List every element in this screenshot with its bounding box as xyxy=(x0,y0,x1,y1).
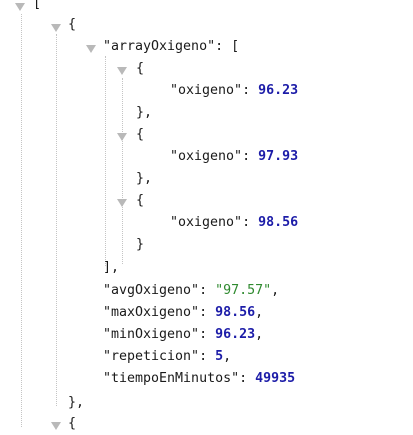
close-brace: } xyxy=(136,237,145,252)
colon: : xyxy=(199,305,216,320)
json-key: "tiempoEnMinutos" xyxy=(103,371,240,386)
colon: : xyxy=(199,349,216,364)
json-number: 96.23 xyxy=(258,83,299,98)
json-line: "oxigeno": 98.56 xyxy=(170,212,298,234)
colon: : xyxy=(199,327,216,342)
colon: : xyxy=(242,215,259,230)
comma: , xyxy=(255,327,264,342)
json-key: "arrayOxigeno" xyxy=(103,39,216,54)
json-line: }, xyxy=(68,392,84,414)
json-line: { xyxy=(68,413,76,435)
json-line: "tiempoEnMinutos": 49935 xyxy=(103,368,295,390)
collapse-toggle-icon[interactable] xyxy=(51,422,61,430)
json-key: "oxigeno" xyxy=(170,83,243,98)
json-key: "minOxigeno" xyxy=(103,327,200,342)
open-brace: { xyxy=(136,193,145,208)
json-number: 49935 xyxy=(255,371,296,386)
json-line: ], xyxy=(103,257,119,279)
json-line: { xyxy=(68,14,76,36)
collapse-toggle-icon[interactable] xyxy=(117,199,127,207)
json-line: "maxOxigeno": 98.56, xyxy=(103,302,263,324)
json-key: "maxOxigeno" xyxy=(103,305,200,320)
json-number: 5 xyxy=(215,349,224,364)
open-bracket: [ xyxy=(231,39,240,54)
json-line: [ xyxy=(33,0,41,15)
open-brace: { xyxy=(68,416,77,431)
json-string: "97.57" xyxy=(215,283,272,298)
colon: : xyxy=(199,283,216,298)
collapse-toggle-icon[interactable] xyxy=(86,45,96,53)
json-viewer: { "json": { "open_bracket": "[", "open_b… xyxy=(0,0,413,431)
colon: : xyxy=(242,83,259,98)
indent-guide xyxy=(56,34,57,406)
open-brace: { xyxy=(68,17,77,32)
json-line: "repeticion": 5, xyxy=(103,346,231,368)
collapse-toggle-icon[interactable] xyxy=(51,24,61,32)
json-key: "oxigeno" xyxy=(170,215,243,230)
collapse-toggle-icon[interactable] xyxy=(15,3,25,11)
open-brace: { xyxy=(136,127,145,142)
json-number: 98.56 xyxy=(215,305,256,320)
json-line: "avgOxigeno": "97.57", xyxy=(103,280,279,302)
colon: : xyxy=(242,149,259,164)
json-line: }, xyxy=(136,102,152,124)
json-line: { xyxy=(136,190,144,212)
json-line: "oxigeno": 97.93 xyxy=(170,146,298,168)
close-brace: }, xyxy=(68,395,85,410)
colon: : xyxy=(215,39,232,54)
json-number: 98.56 xyxy=(258,215,299,230)
indent-guide xyxy=(21,14,22,427)
json-key: "oxigeno" xyxy=(170,149,243,164)
collapse-toggle-icon[interactable] xyxy=(117,67,127,75)
close-brace: }, xyxy=(136,171,153,186)
json-number: 96.23 xyxy=(215,327,256,342)
comma: , xyxy=(271,283,280,298)
open-brace: { xyxy=(136,61,145,76)
indent-guide xyxy=(122,78,123,264)
close-bracket: ], xyxy=(103,260,120,275)
json-line: }, xyxy=(136,168,152,190)
open-bracket: [ xyxy=(33,0,42,11)
json-line: "oxigeno": 96.23 xyxy=(170,80,298,102)
json-key: "avgOxigeno" xyxy=(103,283,200,298)
json-line: "arrayOxigeno": [ xyxy=(103,36,239,58)
collapse-toggle-icon[interactable] xyxy=(117,133,127,141)
comma: , xyxy=(223,349,232,364)
colon: : xyxy=(239,371,256,386)
indent-guide xyxy=(105,56,106,266)
comma: , xyxy=(255,305,264,320)
close-brace: }, xyxy=(136,105,153,120)
json-line: { xyxy=(136,58,144,80)
json-line: } xyxy=(136,234,144,256)
json-line: "minOxigeno": 96.23, xyxy=(103,324,263,346)
json-line: { xyxy=(136,124,144,146)
json-number: 97.93 xyxy=(258,149,299,164)
json-key: "repeticion" xyxy=(103,349,200,364)
